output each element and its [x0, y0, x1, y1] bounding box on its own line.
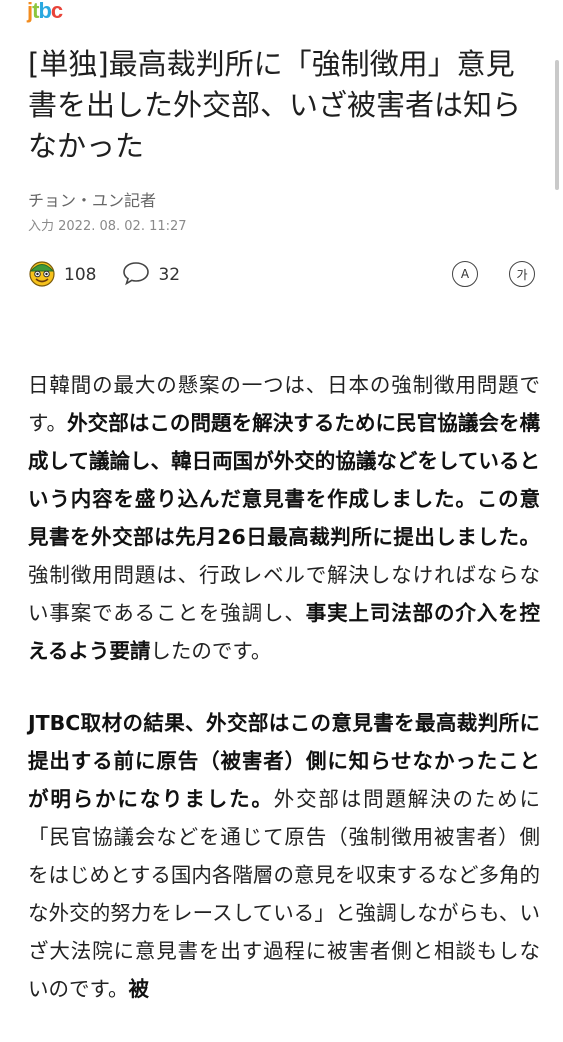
font-size-button[interactable]: A [452, 261, 478, 287]
reaction-bar: 108 32 [28, 258, 180, 292]
translate-icon: 가 [516, 267, 528, 282]
like-count: 108 [64, 265, 97, 285]
logo-letter-b: b [38, 0, 51, 23]
translate-button[interactable]: 가 [509, 261, 535, 287]
article-paragraph: JTBC取材の結果、外交部はこの意見書を最高裁判所に提出する前に原告（被害者）側… [28, 704, 540, 1008]
article-paragraph: 日韓間の最大の懸案の一つは、日本の強制徴用問題です。外交部はこの問題を解決するた… [28, 366, 540, 670]
emphasized-text: 外交部はこの問題を解決するために民官協議会を構成して議論し、韓日両国が外交的協議… [28, 411, 541, 549]
reporter-byline[interactable]: チョン・ユン記者 [28, 187, 156, 211]
comment-count: 32 [158, 265, 181, 285]
like-emoji-icon[interactable] [28, 259, 56, 291]
comment-bubble-icon [122, 260, 150, 290]
article-headline: [単独]最高裁判所に「強制徴用」意見書を出した外交部、いざ被害者は知らなかった [28, 47, 522, 163]
logo-letter-c: c [50, 0, 63, 23]
body-text: したのです。 [150, 639, 272, 663]
comment-button[interactable]: 32 [122, 260, 180, 290]
emphasized-text: 被 [128, 977, 149, 1001]
published-date: 入力 2022. 08. 02. 11:27 [28, 219, 187, 234]
font-size-icon: A [460, 267, 470, 281]
jtbc-logo[interactable]: j t b c [27, 0, 63, 23]
body-text: 外交部は問題解決のために「民官協議会などを通じて原告（強制徴用被害者）側をはじめ… [28, 787, 540, 1001]
scrollbar[interactable] [555, 60, 559, 190]
article-body: 日韓間の最大の懸案の一つは、日本の強制徴用問題です。外交部はこの問題を解決するた… [28, 366, 540, 1042]
